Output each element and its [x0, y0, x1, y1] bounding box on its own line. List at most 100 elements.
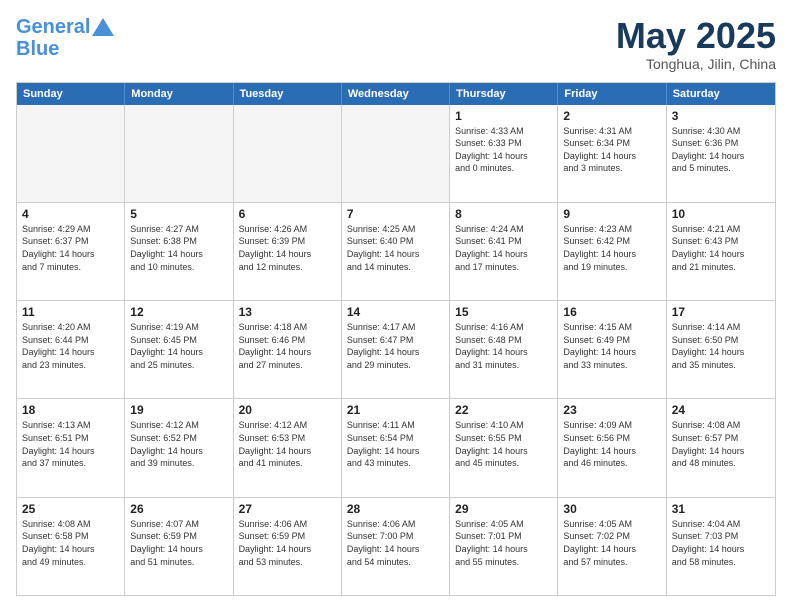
- day-number: 5: [130, 207, 227, 221]
- day-cell-21: 21 Sunrise: 4:11 AM Sunset: 6:54 PM Dayli…: [342, 399, 450, 496]
- header-day-friday: Friday: [558, 83, 666, 105]
- day-info: Sunrise: 4:25 AM Sunset: 6:40 PM Dayligh…: [347, 223, 444, 273]
- day-cell-3: 3 Sunrise: 4:30 AM Sunset: 6:36 PM Daylig…: [667, 105, 775, 202]
- day-cell-7: 7 Sunrise: 4:25 AM Sunset: 6:40 PM Daylig…: [342, 203, 450, 300]
- day-info: Sunrise: 4:14 AM Sunset: 6:50 PM Dayligh…: [672, 321, 770, 371]
- day-number: 27: [239, 502, 336, 516]
- day-number: 4: [22, 207, 119, 221]
- day-cell-5: 5 Sunrise: 4:27 AM Sunset: 6:38 PM Daylig…: [125, 203, 233, 300]
- day-number: 15: [455, 305, 552, 319]
- day-info: Sunrise: 4:27 AM Sunset: 6:38 PM Dayligh…: [130, 223, 227, 273]
- day-info: Sunrise: 4:21 AM Sunset: 6:43 PM Dayligh…: [672, 223, 770, 273]
- day-number: 28: [347, 502, 444, 516]
- day-info: Sunrise: 4:13 AM Sunset: 6:51 PM Dayligh…: [22, 419, 119, 469]
- day-info: Sunrise: 4:30 AM Sunset: 6:36 PM Dayligh…: [672, 125, 770, 175]
- day-number: 22: [455, 403, 552, 417]
- empty-cell: [125, 105, 233, 202]
- day-number: 10: [672, 207, 770, 221]
- day-cell-1: 1 Sunrise: 4:33 AM Sunset: 6:33 PM Daylig…: [450, 105, 558, 202]
- day-number: 2: [563, 109, 660, 123]
- calendar-week-4: 18 Sunrise: 4:13 AM Sunset: 6:51 PM Dayli…: [17, 399, 775, 497]
- day-cell-25: 25 Sunrise: 4:08 AM Sunset: 6:58 PM Dayli…: [17, 498, 125, 595]
- day-cell-2: 2 Sunrise: 4:31 AM Sunset: 6:34 PM Daylig…: [558, 105, 666, 202]
- day-info: Sunrise: 4:05 AM Sunset: 7:02 PM Dayligh…: [563, 518, 660, 568]
- day-info: Sunrise: 4:12 AM Sunset: 6:53 PM Dayligh…: [239, 419, 336, 469]
- day-cell-31: 31Sunrise: 4:04 AM Sunset: 7:03 PM Dayli…: [667, 498, 775, 595]
- day-cell-30: 30 Sunrise: 4:05 AM Sunset: 7:02 PM Dayli…: [558, 498, 666, 595]
- day-cell-27: 27Sunrise: 4:06 AM Sunset: 6:59 PM Dayli…: [234, 498, 342, 595]
- day-number: 29: [455, 502, 552, 516]
- day-cell-6: 6Sunrise: 4:26 AM Sunset: 6:39 PM Daylig…: [234, 203, 342, 300]
- day-number: 7: [347, 207, 444, 221]
- calendar-week-3: 11 Sunrise: 4:20 AM Sunset: 6:44 PM Dayli…: [17, 301, 775, 399]
- day-number: 8: [455, 207, 552, 221]
- day-cell-17: 17 Sunrise: 4:14 AM Sunset: 6:50 PM Dayli…: [667, 301, 775, 398]
- day-cell-18: 18 Sunrise: 4:13 AM Sunset: 6:51 PM Dayli…: [17, 399, 125, 496]
- empty-cell: [17, 105, 125, 202]
- day-cell-12: 12Sunrise: 4:19 AM Sunset: 6:45 PM Dayli…: [125, 301, 233, 398]
- day-number: 24: [672, 403, 770, 417]
- day-info: Sunrise: 4:31 AM Sunset: 6:34 PM Dayligh…: [563, 125, 660, 175]
- day-info: Sunrise: 4:06 AM Sunset: 7:00 PM Dayligh…: [347, 518, 444, 568]
- day-number: 21: [347, 403, 444, 417]
- day-info: Sunrise: 4:07 AM Sunset: 6:59 PM Dayligh…: [130, 518, 227, 568]
- day-info: Sunrise: 4:33 AM Sunset: 6:33 PM Dayligh…: [455, 125, 552, 175]
- day-info: Sunrise: 4:29 AM Sunset: 6:37 PM Dayligh…: [22, 223, 119, 273]
- logo-text: General: [16, 16, 90, 38]
- day-info: Sunrise: 4:08 AM Sunset: 6:58 PM Dayligh…: [22, 518, 119, 568]
- day-info: Sunrise: 4:15 AM Sunset: 6:49 PM Dayligh…: [563, 321, 660, 371]
- day-number: 14: [347, 305, 444, 319]
- day-number: 17: [672, 305, 770, 319]
- day-cell-20: 20Sunrise: 4:12 AM Sunset: 6:53 PM Dayli…: [234, 399, 342, 496]
- page: General Blue May 2025 Tonghua, Jilin, Ch…: [0, 0, 792, 612]
- day-cell-19: 19 Sunrise: 4:12 AM Sunset: 6:52 PM Dayli…: [125, 399, 233, 496]
- day-cell-15: 15 Sunrise: 4:16 AM Sunset: 6:48 PM Dayli…: [450, 301, 558, 398]
- header-day-monday: Monday: [125, 83, 233, 105]
- day-info: Sunrise: 4:26 AM Sunset: 6:39 PM Dayligh…: [239, 223, 336, 273]
- title-area: May 2025 Tonghua, Jilin, China: [616, 16, 776, 72]
- day-info: Sunrise: 4:23 AM Sunset: 6:42 PM Dayligh…: [563, 223, 660, 273]
- empty-cell: [234, 105, 342, 202]
- day-number: 26: [130, 502, 227, 516]
- calendar-week-1: 1 Sunrise: 4:33 AM Sunset: 6:33 PM Daylig…: [17, 105, 775, 203]
- day-cell-4: 4 Sunrise: 4:29 AM Sunset: 6:37 PM Daylig…: [17, 203, 125, 300]
- day-cell-29: 29 Sunrise: 4:05 AM Sunset: 7:01 PM Dayli…: [450, 498, 558, 595]
- day-info: Sunrise: 4:08 AM Sunset: 6:57 PM Dayligh…: [672, 419, 770, 469]
- day-info: Sunrise: 4:20 AM Sunset: 6:44 PM Dayligh…: [22, 321, 119, 371]
- main-title: May 2025: [616, 16, 776, 56]
- calendar-header: SundayMondayTuesdayWednesdayThursdayFrid…: [17, 83, 775, 105]
- day-number: 30: [563, 502, 660, 516]
- day-cell-23: 23 Sunrise: 4:09 AM Sunset: 6:56 PM Dayli…: [558, 399, 666, 496]
- day-number: 11: [22, 305, 119, 319]
- day-info: Sunrise: 4:09 AM Sunset: 6:56 PM Dayligh…: [563, 419, 660, 469]
- day-number: 12: [130, 305, 227, 319]
- day-info: Sunrise: 4:12 AM Sunset: 6:52 PM Dayligh…: [130, 419, 227, 469]
- logo-icon: [92, 18, 114, 36]
- header-day-tuesday: Tuesday: [234, 83, 342, 105]
- day-info: Sunrise: 4:10 AM Sunset: 6:55 PM Dayligh…: [455, 419, 552, 469]
- day-info: Sunrise: 4:16 AM Sunset: 6:48 PM Dayligh…: [455, 321, 552, 371]
- day-number: 19: [130, 403, 227, 417]
- empty-cell: [342, 105, 450, 202]
- day-number: 3: [672, 109, 770, 123]
- day-number: 25: [22, 502, 119, 516]
- header-day-sunday: Sunday: [17, 83, 125, 105]
- day-number: 31: [672, 502, 770, 516]
- day-cell-14: 14Sunrise: 4:17 AM Sunset: 6:47 PM Dayli…: [342, 301, 450, 398]
- header-day-saturday: Saturday: [667, 83, 775, 105]
- day-number: 1: [455, 109, 552, 123]
- day-info: Sunrise: 4:11 AM Sunset: 6:54 PM Dayligh…: [347, 419, 444, 469]
- day-cell-11: 11 Sunrise: 4:20 AM Sunset: 6:44 PM Dayli…: [17, 301, 125, 398]
- day-info: Sunrise: 4:05 AM Sunset: 7:01 PM Dayligh…: [455, 518, 552, 568]
- day-cell-26: 26 Sunrise: 4:07 AM Sunset: 6:59 PM Dayli…: [125, 498, 233, 595]
- day-cell-8: 8Sunrise: 4:24 AM Sunset: 6:41 PM Daylig…: [450, 203, 558, 300]
- day-number: 18: [22, 403, 119, 417]
- calendar: SundayMondayTuesdayWednesdayThursdayFrid…: [16, 82, 776, 596]
- header-day-thursday: Thursday: [450, 83, 558, 105]
- day-cell-16: 16Sunrise: 4:15 AM Sunset: 6:49 PM Dayli…: [558, 301, 666, 398]
- calendar-week-2: 4 Sunrise: 4:29 AM Sunset: 6:37 PM Daylig…: [17, 203, 775, 301]
- day-cell-28: 28 Sunrise: 4:06 AM Sunset: 7:00 PM Dayli…: [342, 498, 450, 595]
- day-number: 23: [563, 403, 660, 417]
- day-cell-9: 9Sunrise: 4:23 AM Sunset: 6:42 PM Daylig…: [558, 203, 666, 300]
- subtitle: Tonghua, Jilin, China: [616, 56, 776, 72]
